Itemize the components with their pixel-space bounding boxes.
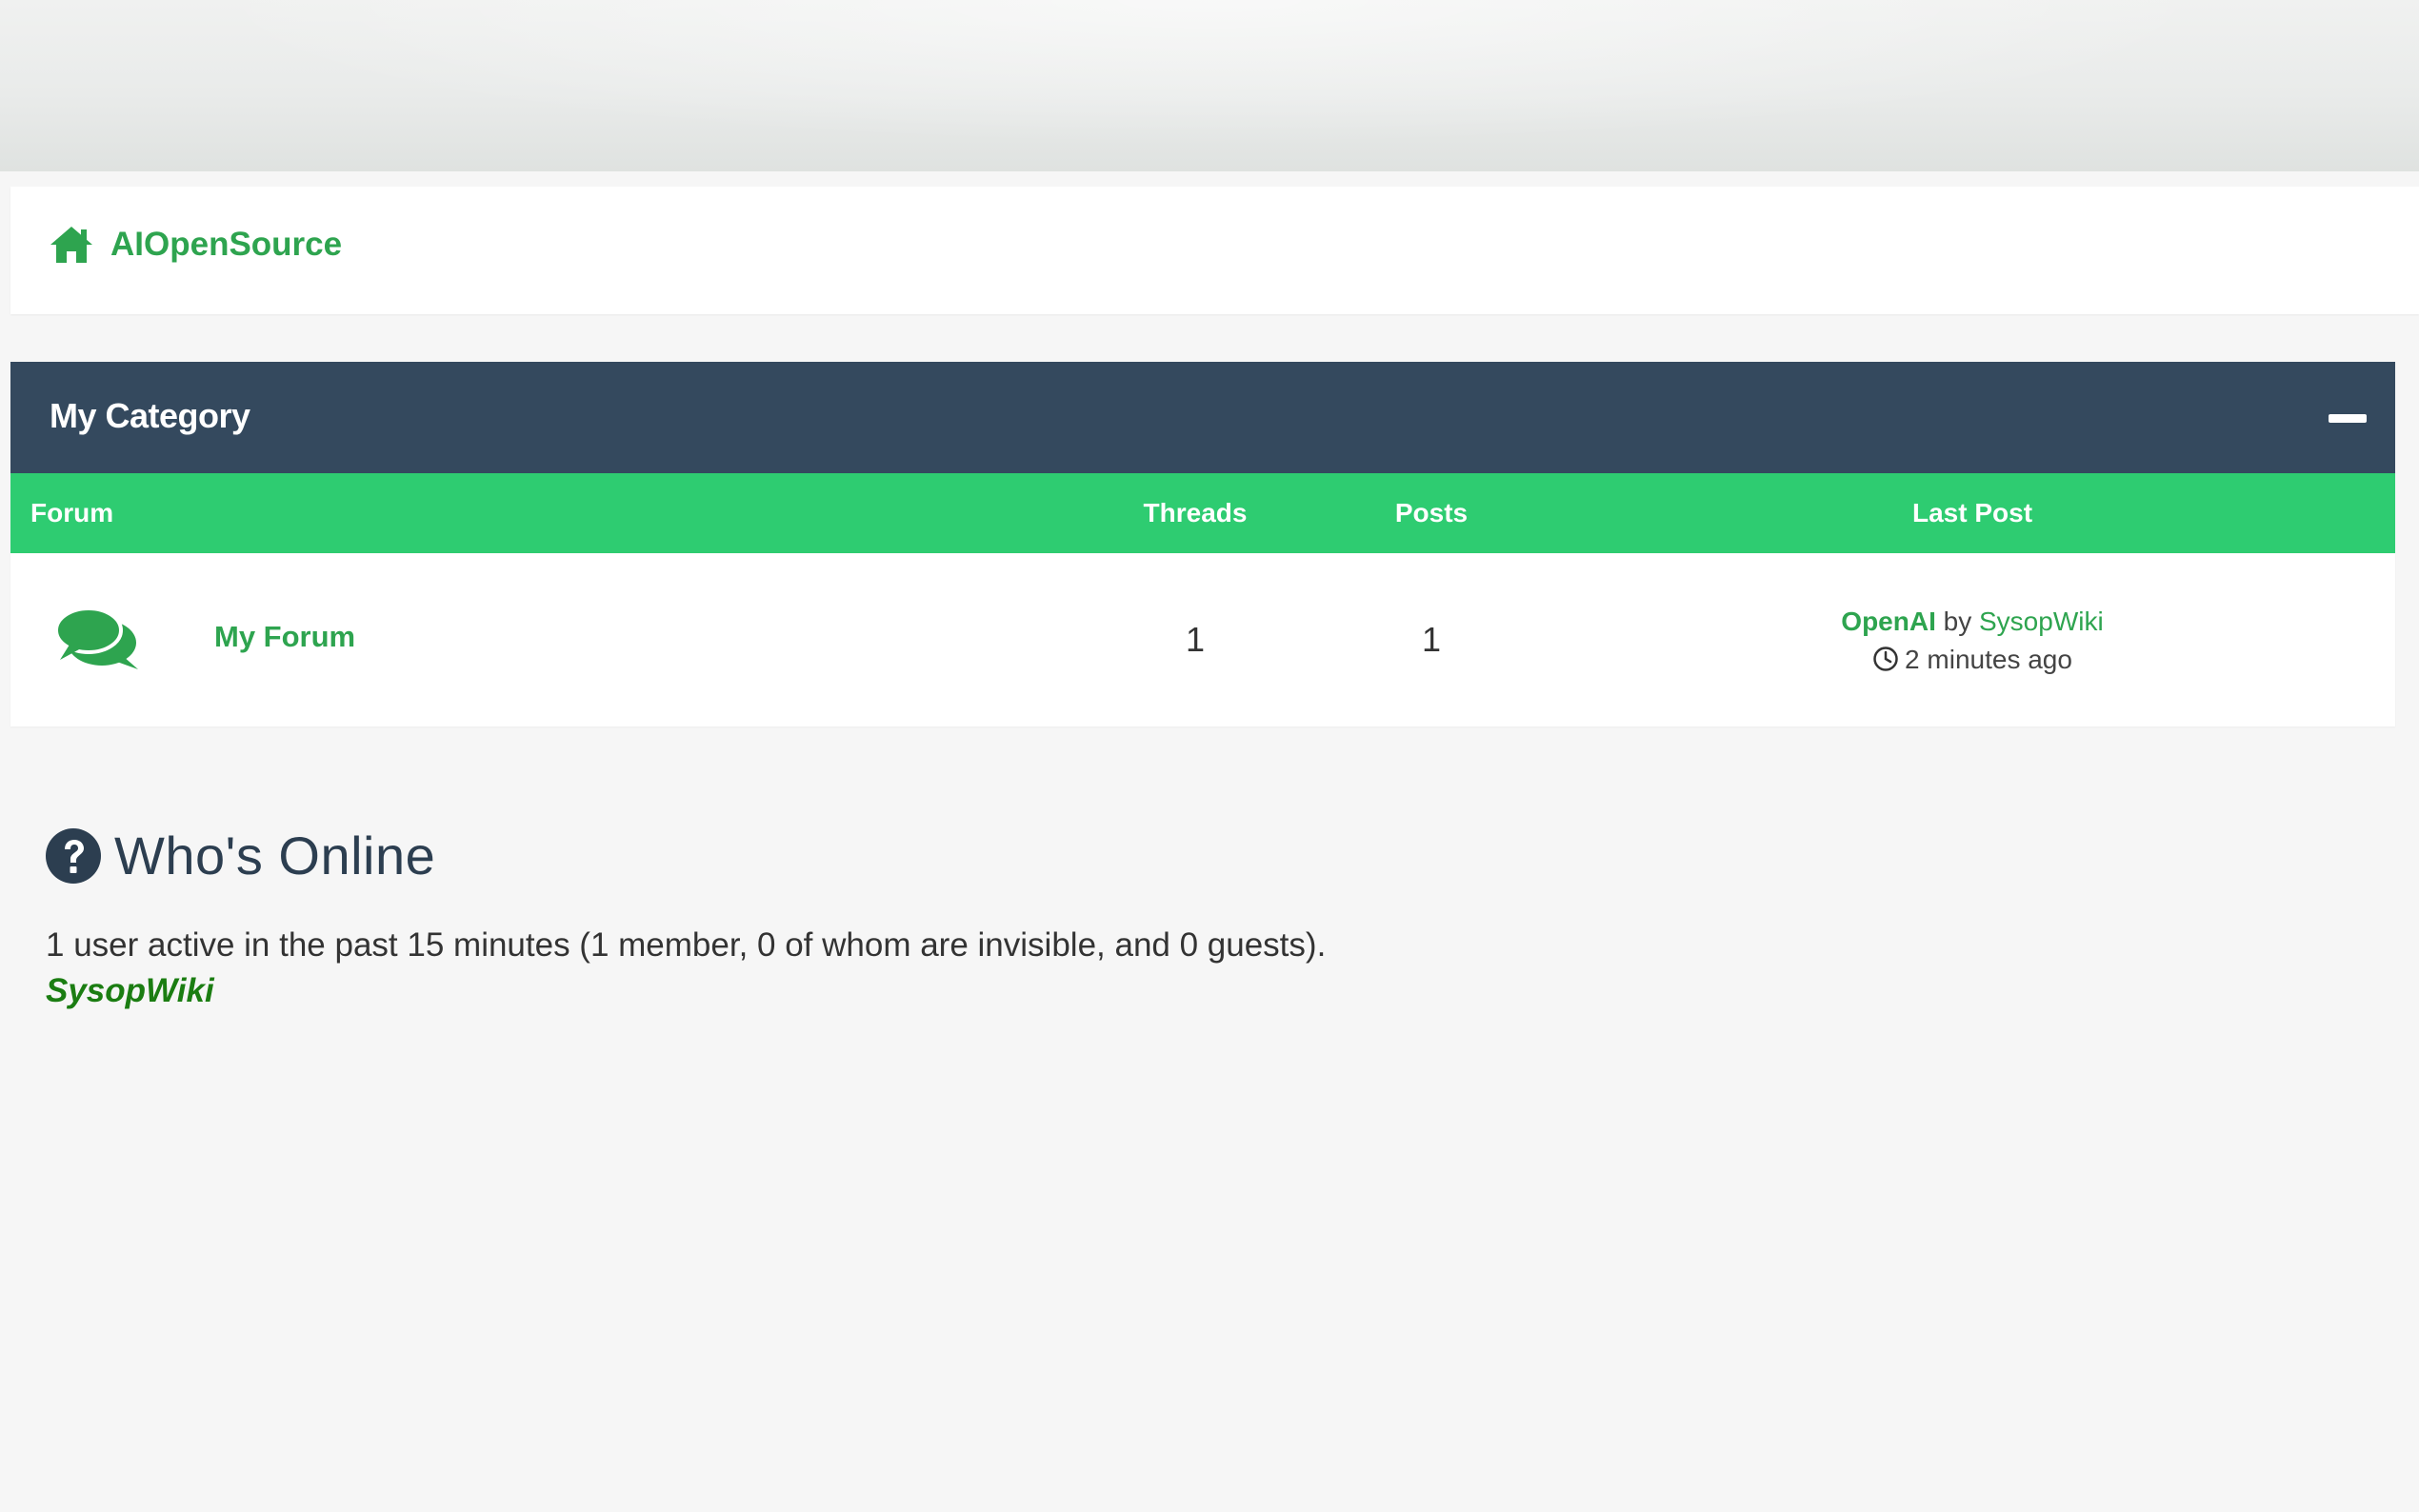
online-stats-text: 1 user active in the past 15 minutes (1 … <box>46 926 1327 964</box>
category-title: My Category <box>50 396 250 435</box>
forum-row: My Forum 1 1 OpenAI by SysopWiki 2 minut… <box>10 553 2395 726</box>
whos-online-title: Who's Online <box>114 826 436 885</box>
last-post-user-link[interactable]: SysopWiki <box>1979 607 2104 636</box>
forum-thread-count: 1 <box>1185 620 1206 659</box>
comments-icon <box>56 607 138 669</box>
category-header: My Category <box>10 362 2395 473</box>
top-banner <box>0 0 2419 171</box>
online-user-link[interactable]: SysopWiki <box>46 972 1326 1010</box>
whos-online-heading: Who's Online <box>46 825 1326 886</box>
forum-link[interactable]: My Forum <box>214 620 355 654</box>
last-post-info: OpenAI by SysopWiki 2 minutes ago <box>1687 603 2258 679</box>
home-icon <box>50 227 92 263</box>
breadcrumb-bar: AIOpenSource <box>10 187 2419 314</box>
whos-online-section: Who's Online 1 user active in the past 1… <box>46 825 1326 1010</box>
last-post-title-link[interactable]: OpenAI <box>1841 607 1936 636</box>
column-header-last-post: Last Post <box>1911 498 2033 527</box>
last-post-by-label: by <box>1943 607 1972 636</box>
column-header-row: Forum Threads Posts Last Post <box>10 473 2395 553</box>
column-header-posts: Posts <box>1394 498 1469 527</box>
category-table: My Category Forum Threads Posts Last Pos… <box>10 362 2395 726</box>
clock-icon <box>1873 647 1898 671</box>
question-circle-icon <box>46 827 101 884</box>
forum-post-count: 1 <box>1421 620 1442 659</box>
breadcrumb-home-link[interactable]: AIOpenSource <box>49 225 342 265</box>
collapse-button[interactable] <box>2329 405 2367 431</box>
column-header-forum: Forum <box>30 498 114 527</box>
column-header-threads: Threads <box>1143 498 1248 527</box>
last-post-time: 2 minutes ago <box>1905 645 2072 674</box>
minus-icon <box>2329 414 2367 423</box>
site-name: AIOpenSource <box>110 226 343 263</box>
